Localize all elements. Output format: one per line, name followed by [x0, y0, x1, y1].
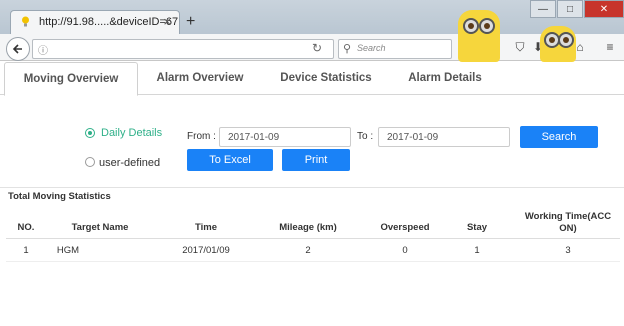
tab-device-statistics[interactable]: Device Statistics [266, 62, 386, 94]
column-header: NO. [17, 222, 35, 233]
section-divider [0, 187, 624, 188]
theme-minion-2 [540, 26, 576, 62]
daily-details-label[interactable]: Daily Details [101, 127, 162, 139]
column-header: Mileage (km) [279, 222, 337, 233]
print-button[interactable]: Print [282, 149, 350, 171]
back-button[interactable] [6, 37, 30, 61]
user-defined-label[interactable]: user-defined [99, 157, 160, 169]
close-tab-icon[interactable]: × [163, 14, 171, 29]
arrow-left-icon [12, 44, 22, 54]
from-date-input[interactable]: 2017-01-09 [219, 127, 351, 147]
from-label: From : [187, 131, 216, 142]
tab-alarm-overview[interactable]: Alarm Overview [140, 62, 260, 94]
theme-minion-1 [458, 10, 500, 62]
user-defined-radio[interactable] [85, 157, 95, 167]
url-bar[interactable] [32, 39, 334, 59]
search-button[interactable]: Search [520, 126, 598, 148]
search-placeholder: Search [357, 43, 386, 53]
to-label: To : [357, 131, 374, 142]
menu-icon[interactable]: ≡ [602, 39, 618, 55]
new-tab-button[interactable]: + [186, 13, 195, 31]
info-icon[interactable]: ⓘ [38, 42, 48, 57]
table-cell: 3 [565, 245, 571, 256]
tab-moving-overview[interactable]: Moving Overview [4, 62, 138, 96]
pocket-icon[interactable]: ⛉ [512, 39, 528, 55]
report-tabs: Moving Overview Alarm Overview Device St… [0, 62, 624, 96]
header-divider [6, 238, 620, 239]
reload-icon[interactable]: ↻ [312, 41, 322, 55]
window-controls: — □ ✕ [529, 0, 624, 18]
column-header: Working Time(ACC ON) [524, 211, 612, 234]
browser-tab-title: http://91.98.....&deviceID=67 [39, 16, 179, 28]
browser-tab[interactable]: http://91.98.....&deviceID=67 × [10, 10, 180, 35]
minion-goggle-icon [463, 18, 479, 34]
row-divider [6, 261, 620, 262]
table-cell: 2017/01/09 [182, 245, 230, 256]
section-title: Total Moving Statistics [8, 191, 111, 202]
table-cell: 2 [305, 245, 311, 256]
column-header: Target Name [71, 222, 129, 233]
table-cell: 0 [402, 245, 408, 256]
table-cell: HGM [56, 245, 80, 256]
table-cell: 1 [23, 245, 29, 256]
close-window-button[interactable]: ✕ [584, 0, 624, 18]
search-icon: ⚲ [343, 43, 352, 55]
minimize-button[interactable]: — [530, 0, 556, 18]
to-date-input[interactable]: 2017-01-09 [378, 127, 510, 147]
column-header: Stay [466, 222, 488, 233]
lightbulb-icon [22, 16, 29, 27]
daily-details-radio[interactable] [85, 128, 95, 138]
search-input[interactable]: ⚲ Search [338, 39, 452, 59]
maximize-button[interactable]: □ [557, 0, 583, 18]
column-header: Overspeed [380, 222, 430, 233]
minion-goggle-icon [558, 32, 574, 48]
minion-goggle-icon [479, 18, 495, 34]
column-header: Time [194, 222, 217, 233]
to-excel-button[interactable]: To Excel [187, 149, 273, 171]
table-cell: 1 [474, 245, 480, 256]
tab-alarm-details[interactable]: Alarm Details [390, 62, 500, 94]
